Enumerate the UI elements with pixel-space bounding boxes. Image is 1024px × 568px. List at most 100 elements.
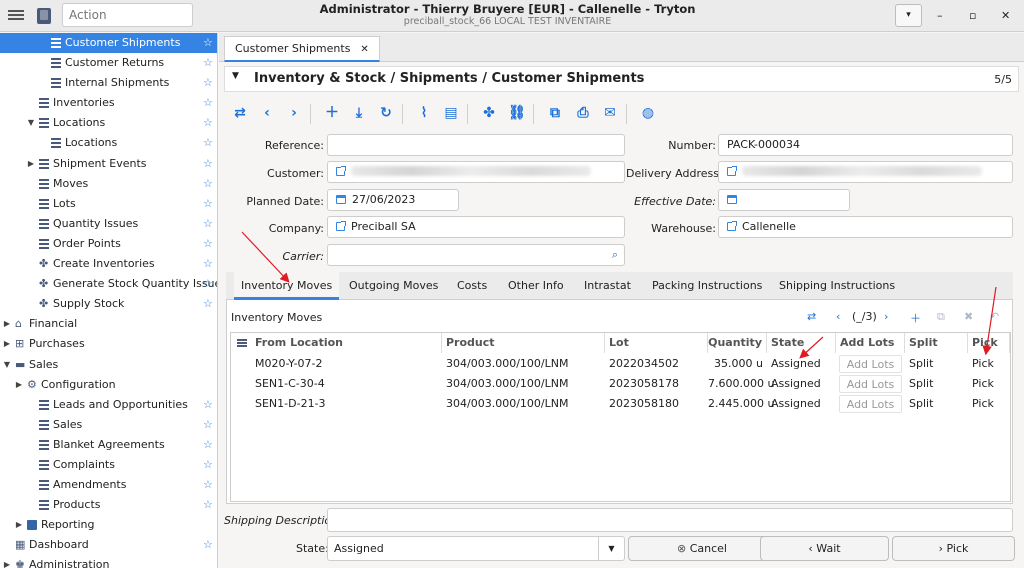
previous-icon[interactable]: ‹ <box>258 104 276 122</box>
note-icon[interactable]: ▤ <box>442 104 460 122</box>
notebook-tab[interactable]: Costs <box>457 272 487 300</box>
open-link-icon[interactable] <box>727 166 737 176</box>
col-state-header[interactable]: State <box>767 333 836 353</box>
favorite-star-icon[interactable]: ☆ <box>203 274 213 294</box>
split-button[interactable]: Split <box>909 394 933 414</box>
delete-icon[interactable]: ✖ <box>964 310 973 323</box>
sidebar-item[interactable]: Locations ☆ <box>0 133 217 153</box>
sidebar-item[interactable]: Quantity Issues ☆ <box>0 214 217 234</box>
wait-button[interactable]: ‹ Wait <box>760 536 889 561</box>
favorite-star-icon[interactable]: ☆ <box>203 113 213 133</box>
sidebar-item[interactable]: ▶ ⊞ Purchases <box>0 334 217 354</box>
sidebar-item[interactable]: ▶ ⌂ Financial <box>0 314 217 334</box>
open-icon[interactable]: ⧉ <box>546 104 564 122</box>
calendar-icon[interactable] <box>336 195 346 204</box>
sidebar-item[interactable]: ▶ Shipment Events ☆ <box>0 154 217 174</box>
switch-view-icon[interactable]: ⇄ <box>231 104 249 122</box>
favorite-star-icon[interactable]: ☆ <box>203 495 213 515</box>
sidebar-item[interactable]: Blanket Agreements ☆ <box>0 435 217 455</box>
favorite-star-icon[interactable]: ☆ <box>203 415 213 435</box>
pick-button[interactable]: Pick <box>972 374 994 394</box>
chevron-down-icon[interactable]: ▼ <box>598 537 624 560</box>
notebook-tab[interactable]: Outgoing Moves <box>349 272 438 300</box>
minimize-button[interactable]: – <box>937 9 943 22</box>
sidebar-item[interactable]: ▦ Dashboard ☆ <box>0 535 217 555</box>
number-field[interactable]: PACK-000034 <box>718 134 1013 156</box>
sidebar-item[interactable]: Customer Shipments ☆ <box>0 33 217 54</box>
shipping-description-field[interactable] <box>327 508 1013 532</box>
favorite-star-icon[interactable]: ☆ <box>203 133 213 153</box>
pick-button[interactable]: › Pick <box>892 536 1015 561</box>
notebook-tab[interactable]: Inventory Moves <box>234 272 340 300</box>
favorite-star-icon[interactable]: ☆ <box>203 73 213 93</box>
company-field[interactable]: Preciball SA <box>327 216 625 238</box>
sidebar-item[interactable]: ▶ Reporting <box>0 515 217 535</box>
expander-open-icon[interactable]: ▼ <box>26 113 36 133</box>
open-link-icon[interactable] <box>727 221 737 231</box>
sidebar-item[interactable]: Complaints ☆ <box>0 455 217 475</box>
col-pick-header[interactable]: Pick <box>968 333 1010 353</box>
sidebar-item[interactable]: Lots ☆ <box>0 194 217 214</box>
favorite-star-icon[interactable]: ☆ <box>203 535 213 555</box>
pick-button[interactable]: Pick <box>972 354 994 374</box>
favorite-star-icon[interactable]: ☆ <box>203 154 213 174</box>
previous-icon[interactable]: ‹ <box>836 310 840 323</box>
tab-customer-shipments[interactable]: Customer Shipments ✕ <box>224 36 380 62</box>
sidebar-item[interactable]: ▼ ▬ Sales <box>0 355 217 375</box>
sidebar-item[interactable]: Sales ☆ <box>0 415 217 435</box>
open-link-icon[interactable] <box>336 221 346 231</box>
col-quantity-header[interactable]: Quantity <box>708 333 767 353</box>
relate-icon[interactable]: ⛓ <box>508 104 526 122</box>
carrier-field[interactable]: ⌕ <box>327 244 625 266</box>
sidebar-item[interactable]: Amendments ☆ <box>0 475 217 495</box>
expander-open-icon[interactable]: ▼ <box>2 355 12 375</box>
col-split-header[interactable]: Split <box>905 333 968 353</box>
split-button[interactable]: Split <box>909 354 933 374</box>
split-button[interactable]: Split <box>909 374 933 394</box>
print-icon[interactable]: ⎙ <box>574 104 592 122</box>
attachment-icon[interactable]: ⌇ <box>415 104 433 122</box>
menu-icon[interactable] <box>8 8 24 24</box>
calendar-icon[interactable] <box>727 195 737 204</box>
sidebar-item[interactable]: ✤ Create Inventories ☆ <box>0 254 217 274</box>
search-icon[interactable]: ⌕ <box>612 245 618 265</box>
favorites-book-icon[interactable] <box>37 8 51 24</box>
planned-date-field[interactable]: 27/06/2023 <box>327 189 459 211</box>
cancel-button[interactable]: ⊗ Cancel <box>628 536 776 561</box>
window-menu-dropdown[interactable]: ▾ <box>895 4 922 27</box>
col-product-header[interactable]: Product <box>442 333 605 353</box>
undo-icon[interactable]: ↶ <box>990 310 999 323</box>
expander-closed-icon[interactable]: ▶ <box>2 314 12 334</box>
col-add-lots-header[interactable]: Add Lots <box>836 333 905 353</box>
sidebar-item[interactable]: Internal Shipments ☆ <box>0 73 217 93</box>
sidebar-item[interactable]: Order Points ☆ <box>0 234 217 254</box>
reference-field[interactable] <box>327 134 625 156</box>
sidebar-item[interactable]: ▶ ♚ Administration <box>0 555 217 568</box>
close-tab-icon[interactable]: ✕ <box>360 44 368 55</box>
delivery-address-field[interactable] <box>718 161 1013 183</box>
save-icon[interactable]: ⤓ <box>350 104 368 122</box>
collapse-arrow-icon[interactable]: ▼ <box>232 71 239 81</box>
switch-view-icon[interactable]: ⇄ <box>807 310 816 323</box>
favorite-star-icon[interactable]: ☆ <box>203 33 213 53</box>
new-icon[interactable]: ＋ <box>323 104 341 122</box>
open-link-icon[interactable] <box>336 166 346 176</box>
next-icon[interactable]: › <box>884 310 888 323</box>
maximize-button[interactable]: ▫ <box>969 9 976 22</box>
open-icon[interactable]: ⧉ <box>937 310 945 324</box>
action-search-input[interactable] <box>62 3 193 27</box>
favorite-star-icon[interactable]: ☆ <box>203 455 213 475</box>
favorite-star-icon[interactable]: ☆ <box>203 294 213 314</box>
col-from-location-header[interactable]: From Location <box>251 333 442 353</box>
favorite-star-icon[interactable]: ☆ <box>203 194 213 214</box>
favorite-star-icon[interactable]: ☆ <box>203 435 213 455</box>
sidebar-item[interactable]: Leads and Opportunities ☆ <box>0 395 217 415</box>
favorite-star-icon[interactable]: ☆ <box>203 174 213 194</box>
favorite-star-icon[interactable]: ☆ <box>203 53 213 73</box>
favorite-star-icon[interactable]: ☆ <box>203 214 213 234</box>
favorite-star-icon[interactable]: ☆ <box>203 93 213 113</box>
notebook-tab[interactable]: Shipping Instructions <box>779 272 895 300</box>
notebook-tab[interactable]: Packing Instructions <box>652 272 762 300</box>
sidebar-item[interactable]: ✤ Generate Stock Quantity Issues ☆ <box>0 274 217 294</box>
expander-closed-icon[interactable]: ▶ <box>2 334 12 354</box>
